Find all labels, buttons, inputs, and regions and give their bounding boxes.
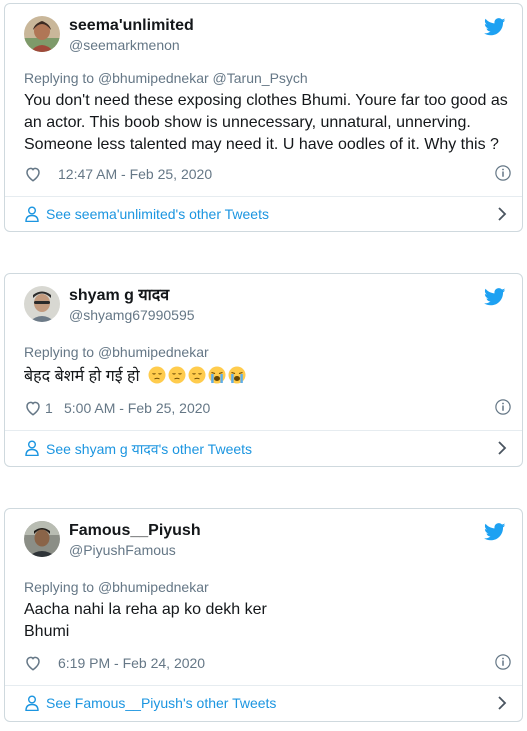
replying-prefix: Replying to	[24, 579, 95, 595]
user-handle[interactable]: @seemarkmenon	[69, 36, 194, 54]
replying-prefix: Replying to	[24, 344, 95, 360]
timestamp[interactable]: 12:47 AM - Feb 25, 2020	[58, 166, 212, 182]
replying-prefix: Replying to	[24, 70, 95, 86]
divider	[5, 685, 522, 686]
heart-icon[interactable]	[24, 165, 42, 183]
display-name[interactable]: shyam g यादव	[69, 286, 195, 306]
see-other-tweets-label[interactable]: See seema'unlimited's other Tweets	[46, 206, 269, 222]
info-icon[interactable]	[494, 398, 512, 416]
twitter-bird-icon[interactable]	[484, 288, 506, 306]
person-icon	[25, 206, 39, 222]
heart-icon[interactable]	[24, 654, 42, 672]
tweet-text: Aacha nahi la reha ap ko dekh ker Bhumi	[24, 599, 514, 643]
tweet-card: shyam g यादव @shyamg67990595 Replying to…	[4, 273, 523, 467]
tweet-header: Famous__Piyush @PiyushFamous	[24, 521, 506, 561]
tweet-text-line: Bhumi	[24, 623, 70, 640]
display-name[interactable]: seema'unlimited	[69, 16, 194, 36]
tweet-text: You don't need these exposing clothes Bh…	[24, 92, 508, 153]
person-icon	[25, 695, 39, 711]
info-icon[interactable]	[494, 164, 512, 182]
tweet-text-line: Aacha nahi la reha ap ko dekh ker	[24, 601, 267, 618]
avatar[interactable]	[24, 16, 60, 52]
see-other-tweets-link[interactable]: See shyam g यादव's other Tweets	[24, 438, 508, 459]
twitter-bird-icon[interactable]	[484, 523, 506, 541]
user-handle[interactable]: @shyamg67990595	[69, 306, 195, 324]
timestamp[interactable]: 5:00 AM - Feb 25, 2020	[64, 400, 210, 416]
person-icon	[25, 440, 39, 456]
replying-handles[interactable]: @bhumipednekar	[98, 579, 209, 595]
tweet-card: Famous__Piyush @PiyushFamous Replying to…	[4, 508, 523, 722]
replying-to: Replying to @bhumipednekar @Tarun_Psych	[24, 70, 308, 86]
replying-to: Replying to @bhumipednekar	[24, 344, 209, 360]
tweet-meta: 1 5:00 AM - Feb 25, 2020	[24, 398, 511, 418]
divider	[5, 196, 522, 197]
emoji-group	[148, 366, 248, 385]
like-count: 1	[45, 400, 53, 416]
loudly-crying-face-icon	[208, 366, 226, 384]
divider	[5, 430, 522, 431]
avatar[interactable]	[24, 286, 60, 322]
user-handle[interactable]: @PiyushFamous	[69, 541, 201, 559]
author-names: Famous__Piyush @PiyushFamous	[69, 521, 201, 559]
tweet-text: बेहद बेशर्म हो गई हो	[24, 366, 514, 388]
loudly-crying-face-icon	[228, 366, 246, 384]
chevron-right-icon[interactable]	[496, 440, 508, 456]
heart-icon[interactable]	[24, 399, 42, 417]
author-names: seema'unlimited @seemarkmenon	[69, 16, 194, 54]
tweet-header: shyam g यादव @shyamg67990595	[24, 286, 506, 326]
avatar[interactable]	[24, 521, 60, 557]
see-other-tweets-label[interactable]: See shyam g यादव's other Tweets	[46, 440, 252, 459]
tweet-meta: 6:19 PM - Feb 24, 2020	[24, 653, 511, 673]
pensive-face-icon	[148, 366, 166, 384]
pensive-face-icon	[168, 366, 186, 384]
replying-handles[interactable]: @bhumipednekar	[98, 344, 209, 360]
tweet-text-hindi: बेहद बेशर्म हो गई हो	[24, 368, 140, 385]
replying-to: Replying to @bhumipednekar	[24, 579, 209, 595]
see-other-tweets-label[interactable]: See Famous__Piyush's other Tweets	[46, 695, 276, 711]
display-name[interactable]: Famous__Piyush	[69, 521, 201, 541]
pensive-face-icon	[188, 366, 206, 384]
chevron-right-icon[interactable]	[496, 206, 508, 222]
see-other-tweets-link[interactable]: See seema'unlimited's other Tweets	[24, 204, 508, 224]
author-names: shyam g यादव @shyamg67990595	[69, 286, 195, 324]
timestamp[interactable]: 6:19 PM - Feb 24, 2020	[58, 655, 205, 671]
twitter-bird-icon[interactable]	[484, 18, 506, 36]
replying-handles[interactable]: @bhumipednekar @Tarun_Psych	[98, 70, 308, 86]
chevron-right-icon[interactable]	[496, 695, 508, 711]
tweet-header: seema'unlimited @seemarkmenon	[24, 16, 506, 56]
tweet-card: seema'unlimited @seemarkmenon Replying t…	[4, 3, 523, 232]
info-icon[interactable]	[494, 653, 512, 671]
see-other-tweets-link[interactable]: See Famous__Piyush's other Tweets	[24, 693, 508, 713]
tweet-meta: 12:47 AM - Feb 25, 2020	[24, 164, 511, 184]
